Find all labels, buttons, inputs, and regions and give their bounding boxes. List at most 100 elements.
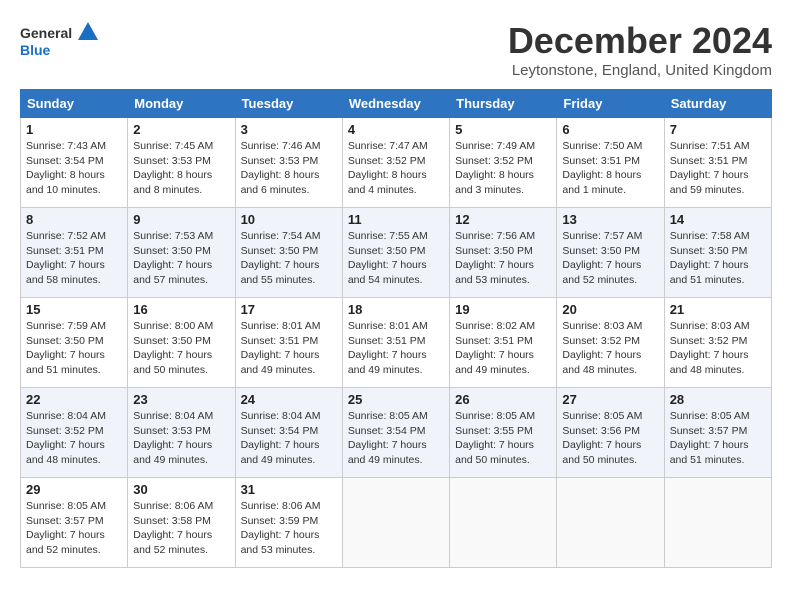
day-number: 12 [455,212,551,227]
calendar-cell: 31 Sunrise: 8:06 AM Sunset: 3:59 PM Dayli… [235,478,342,568]
calendar-cell: 19 Sunrise: 8:02 AM Sunset: 3:51 PM Dayli… [450,298,557,388]
weekday-header-wednesday: Wednesday [342,90,449,118]
day-detail: Sunrise: 8:04 AM Sunset: 3:54 PM Dayligh… [241,409,337,468]
day-detail: Sunrise: 8:06 AM Sunset: 3:58 PM Dayligh… [133,499,229,558]
calendar-cell: 10 Sunrise: 7:54 AM Sunset: 3:50 PM Dayli… [235,208,342,298]
day-number: 13 [562,212,658,227]
day-number: 9 [133,212,229,227]
day-number: 5 [455,122,551,137]
day-detail: Sunrise: 8:05 AM Sunset: 3:56 PM Dayligh… [562,409,658,468]
calendar-cell [664,478,771,568]
day-detail: Sunrise: 7:46 AM Sunset: 3:53 PM Dayligh… [241,139,337,198]
calendar-cell: 2 Sunrise: 7:45 AM Sunset: 3:53 PM Daylig… [128,118,235,208]
day-number: 2 [133,122,229,137]
day-number: 15 [26,302,122,317]
calendar-week-row: 15 Sunrise: 7:59 AM Sunset: 3:50 PM Dayli… [21,298,772,388]
calendar-cell: 4 Sunrise: 7:47 AM Sunset: 3:52 PM Daylig… [342,118,449,208]
calendar-cell: 24 Sunrise: 8:04 AM Sunset: 3:54 PM Dayli… [235,388,342,478]
logo: General Blue [20,20,100,60]
calendar-week-row: 29Sunrise: 8:05 AM Sunset: 3:57 PM Dayli… [21,478,772,568]
calendar-cell: 22 Sunrise: 8:04 AM Sunset: 3:52 PM Dayli… [21,388,128,478]
calendar-table: SundayMondayTuesdayWednesdayThursdayFrid… [20,89,772,568]
day-detail: Sunrise: 8:02 AM Sunset: 3:51 PM Dayligh… [455,319,551,378]
day-detail: Sunrise: 8:05 AM Sunset: 3:55 PM Dayligh… [455,409,551,468]
weekday-header-monday: Monday [128,90,235,118]
calendar-week-row: 1 Sunrise: 7:43 AM Sunset: 3:54 PM Daylig… [21,118,772,208]
calendar-cell: 21Sunrise: 8:03 AM Sunset: 3:52 PM Dayli… [664,298,771,388]
day-detail: Sunrise: 7:56 AM Sunset: 3:50 PM Dayligh… [455,229,551,288]
calendar-cell: 13 Sunrise: 7:57 AM Sunset: 3:50 PM Dayli… [557,208,664,298]
calendar-body: 1 Sunrise: 7:43 AM Sunset: 3:54 PM Daylig… [21,118,772,568]
day-number: 11 [348,212,444,227]
day-detail: Sunrise: 7:49 AM Sunset: 3:52 PM Dayligh… [455,139,551,198]
day-number: 3 [241,122,337,137]
weekday-header-thursday: Thursday [450,90,557,118]
page-header: General Blue December 2024 Leytonstone, … [20,20,772,79]
day-detail: Sunrise: 8:05 AM Sunset: 3:57 PM Dayligh… [670,409,766,468]
calendar-cell: 9Sunrise: 7:53 AM Sunset: 3:50 PM Daylig… [128,208,235,298]
day-number: 19 [455,302,551,317]
calendar-cell: 30 Sunrise: 8:06 AM Sunset: 3:58 PM Dayli… [128,478,235,568]
day-detail: Sunrise: 7:45 AM Sunset: 3:53 PM Dayligh… [133,139,229,198]
day-detail: Sunrise: 7:59 AM Sunset: 3:50 PM Dayligh… [26,319,122,378]
calendar-week-row: 8 Sunrise: 7:52 AM Sunset: 3:51 PM Daylig… [21,208,772,298]
calendar-cell: 16Sunrise: 8:00 AM Sunset: 3:50 PM Dayli… [128,298,235,388]
day-number: 8 [26,212,122,227]
day-detail: Sunrise: 7:58 AM Sunset: 3:50 PM Dayligh… [670,229,766,288]
calendar-cell: 3 Sunrise: 7:46 AM Sunset: 3:53 PM Daylig… [235,118,342,208]
calendar-cell: 11 Sunrise: 7:55 AM Sunset: 3:50 PM Dayli… [342,208,449,298]
day-number: 10 [241,212,337,227]
day-detail: Sunrise: 8:00 AM Sunset: 3:50 PM Dayligh… [133,319,229,378]
calendar-cell: 8 Sunrise: 7:52 AM Sunset: 3:51 PM Daylig… [21,208,128,298]
day-number: 27 [562,392,658,407]
logo-svg: General Blue [20,20,100,60]
calendar-cell [342,478,449,568]
day-detail: Sunrise: 8:05 AM Sunset: 3:57 PM Dayligh… [26,499,122,558]
calendar-cell: 15 Sunrise: 7:59 AM Sunset: 3:50 PM Dayli… [21,298,128,388]
calendar-cell: 12 Sunrise: 7:56 AM Sunset: 3:50 PM Dayli… [450,208,557,298]
calendar-cell [450,478,557,568]
day-detail: Sunrise: 8:04 AM Sunset: 3:52 PM Dayligh… [26,409,122,468]
day-number: 31 [241,482,337,497]
day-number: 24 [241,392,337,407]
weekday-header-tuesday: Tuesday [235,90,342,118]
day-number: 28 [670,392,766,407]
calendar-header: SundayMondayTuesdayWednesdayThursdayFrid… [21,90,772,118]
month-title: December 2024 [508,20,772,62]
day-detail: Sunrise: 8:04 AM Sunset: 3:53 PM Dayligh… [133,409,229,468]
calendar-cell: 6 Sunrise: 7:50 AM Sunset: 3:51 PM Daylig… [557,118,664,208]
day-detail: Sunrise: 7:55 AM Sunset: 3:50 PM Dayligh… [348,229,444,288]
day-detail: Sunrise: 7:54 AM Sunset: 3:50 PM Dayligh… [241,229,337,288]
calendar-cell: 26Sunrise: 8:05 AM Sunset: 3:55 PM Dayli… [450,388,557,478]
day-detail: Sunrise: 7:43 AM Sunset: 3:54 PM Dayligh… [26,139,122,198]
day-number: 1 [26,122,122,137]
calendar-cell: 14Sunrise: 7:58 AM Sunset: 3:50 PM Dayli… [664,208,771,298]
calendar-cell: 28 Sunrise: 8:05 AM Sunset: 3:57 PM Dayli… [664,388,771,478]
calendar-cell: 1 Sunrise: 7:43 AM Sunset: 3:54 PM Daylig… [21,118,128,208]
day-detail: Sunrise: 7:52 AM Sunset: 3:51 PM Dayligh… [26,229,122,288]
day-number: 22 [26,392,122,407]
calendar-cell: 20Sunrise: 8:03 AM Sunset: 3:52 PM Dayli… [557,298,664,388]
day-number: 23 [133,392,229,407]
calendar-week-row: 22 Sunrise: 8:04 AM Sunset: 3:52 PM Dayli… [21,388,772,478]
calendar-cell [557,478,664,568]
day-number: 18 [348,302,444,317]
weekday-header-row: SundayMondayTuesdayWednesdayThursdayFrid… [21,90,772,118]
day-detail: Sunrise: 8:03 AM Sunset: 3:52 PM Dayligh… [670,319,766,378]
day-detail: Sunrise: 8:05 AM Sunset: 3:54 PM Dayligh… [348,409,444,468]
calendar-cell: 5 Sunrise: 7:49 AM Sunset: 3:52 PM Daylig… [450,118,557,208]
day-number: 30 [133,482,229,497]
day-number: 6 [562,122,658,137]
day-detail: Sunrise: 7:47 AM Sunset: 3:52 PM Dayligh… [348,139,444,198]
day-detail: Sunrise: 8:06 AM Sunset: 3:59 PM Dayligh… [241,499,337,558]
weekday-header-sunday: Sunday [21,90,128,118]
day-number: 7 [670,122,766,137]
calendar-cell: 17Sunrise: 8:01 AM Sunset: 3:51 PM Dayli… [235,298,342,388]
weekday-header-saturday: Saturday [664,90,771,118]
calendar-cell: 25Sunrise: 8:05 AM Sunset: 3:54 PM Dayli… [342,388,449,478]
day-number: 4 [348,122,444,137]
day-detail: Sunrise: 7:57 AM Sunset: 3:50 PM Dayligh… [562,229,658,288]
weekday-header-friday: Friday [557,90,664,118]
calendar-cell: 18Sunrise: 8:01 AM Sunset: 3:51 PM Dayli… [342,298,449,388]
day-detail: Sunrise: 7:50 AM Sunset: 3:51 PM Dayligh… [562,139,658,198]
